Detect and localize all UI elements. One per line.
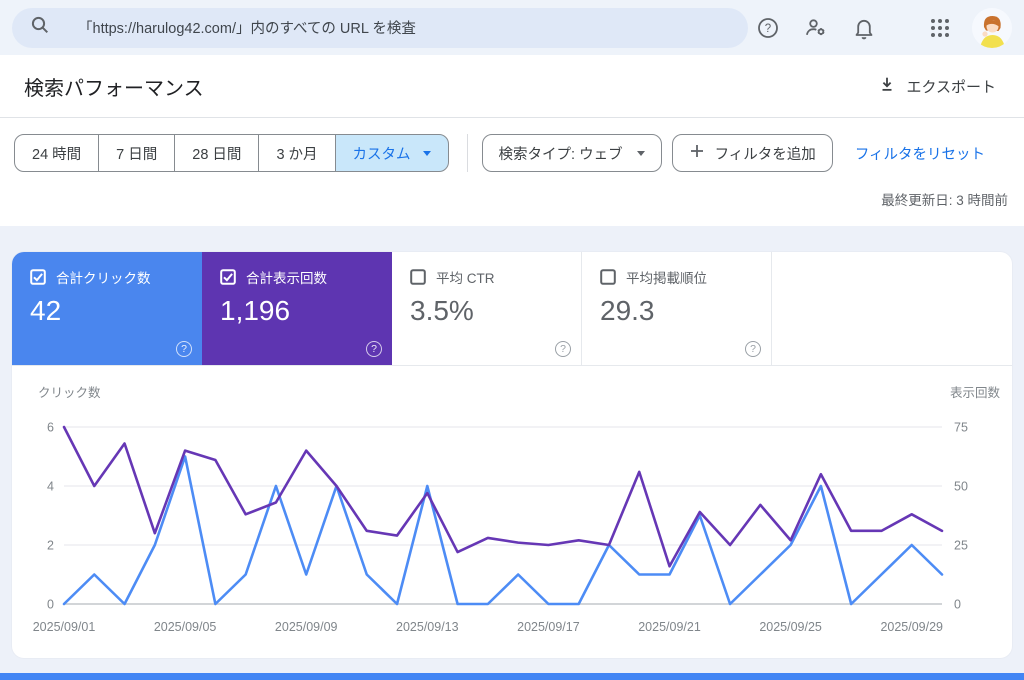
avatar[interactable] [972,7,1012,48]
filter-bar: 24 時間 7 日間 28 日間 3 か月 カスタム 検索タイプ: ウェブ フィ… [0,118,1024,172]
help-icon[interactable]: ? [745,341,761,357]
help-icon[interactable]: ? [366,341,382,357]
search-type-dropdown[interactable]: 検索タイプ: ウェブ [481,134,662,172]
tab-7d[interactable]: 7 日間 [98,134,176,172]
metric-card-average-position[interactable]: 平均掲載順位 29.3 ? [582,252,772,365]
checkbox-unchecked-icon[interactable] [600,269,616,285]
y-axis-tick-right: 0 [954,598,961,612]
x-axis-tick: 2025/09/05 [154,620,217,634]
metric-card-total-impressions[interactable]: 合計表示回数 1,196 ? [202,252,392,365]
filter-separator [466,134,468,172]
metric-card-total-clicks[interactable]: 合計クリック数 42 ? [12,252,202,365]
metric-label: 平均 CTR [436,271,495,286]
page-title: 検索パフォーマンス [24,77,204,100]
y-axis-tick-right: 50 [954,480,968,494]
right-axis-title: 表示回数 [949,386,1000,400]
performance-section: 合計クリック数 42 ? 合計表示回数 1,196 ? 平均 CTR 3.5% … [0,226,1024,678]
metric-value: 3.5% [410,295,474,326]
svg-text:?: ? [765,23,771,35]
bottom-accent-bar [0,673,1024,680]
metric-cards-row: 合計クリック数 42 ? 合計表示回数 1,196 ? 平均 CTR 3.5% … [12,252,1012,366]
url-inspection-placeholder: 「https://harulog42.com/」内のすべての URL を検査 [78,21,416,37]
help-icon[interactable]: ? [555,341,571,357]
export-label: エクスポート [906,78,996,96]
chevron-down-icon [636,150,645,156]
apps-grid-icon[interactable] [920,8,960,48]
y-axis-tick-right: 75 [954,421,968,435]
url-inspection-search-bar[interactable]: 「https://harulog42.com/」内のすべての URL を検査 [12,7,748,48]
y-axis-tick-left: 0 [47,598,54,612]
user-settings-icon[interactable] [796,8,836,48]
x-axis-tick: 2025/09/25 [759,620,822,634]
left-axis-title: クリック数 [38,386,101,400]
add-filter-button[interactable]: フィルタを追加 [671,134,833,172]
metric-value: 29.3 [600,295,655,326]
chevron-down-icon [422,150,431,156]
y-axis-tick-left: 2 [47,539,54,553]
date-range-tabs: 24 時間 7 日間 28 日間 3 か月 カスタム [14,134,449,172]
checkbox-checked-icon[interactable] [220,269,236,285]
notifications-bell-icon[interactable] [844,8,884,48]
x-axis-tick: 2025/09/17 [517,620,580,634]
help-icon[interactable]: ? [748,8,788,48]
metric-label: 合計クリック数 [56,271,151,286]
plus-icon [689,143,705,163]
checkbox-checked-icon[interactable] [30,269,46,285]
page-header: 検索パフォーマンス エクスポート [0,55,1024,117]
x-axis-tick: 2025/09/29 [880,620,943,634]
y-axis-tick-left: 6 [47,421,54,435]
x-axis-tick: 2025/09/21 [638,620,701,634]
metric-cards-filler [772,252,1012,365]
metric-label: 合計表示回数 [246,271,327,286]
metric-card-average-ctr[interactable]: 平均 CTR 3.5% ? [392,252,582,365]
performance-card: 合計クリック数 42 ? 合計表示回数 1,196 ? 平均 CTR 3.5% … [12,252,1012,658]
top-app-bar: 「https://harulog42.com/」内のすべての URL を検査 ? [0,0,1024,55]
y-axis-tick-right: 25 [954,539,968,553]
metric-label: 平均掲載順位 [626,271,707,286]
reset-filters-link[interactable]: フィルタをリセット [855,143,985,164]
tab-24h[interactable]: 24 時間 [14,134,100,172]
performance-chart: クリック数 表示回数 6 75 4 50 2 25 0 0 2025/09/01 2025/09/… [12,366,1012,649]
download-icon [878,75,896,97]
header-icons: ? [748,7,1012,48]
axis-titles: クリック数 表示回数 [12,382,1012,405]
tab-3m[interactable]: 3 か月 [258,134,336,172]
metric-value: 42 [30,295,62,326]
search-icon [30,15,50,40]
last-updated-text: 最終更新日: 3 時間前 [881,193,1008,208]
checkbox-unchecked-icon[interactable] [410,269,426,285]
x-axis-tick: 2025/09/13 [396,620,459,634]
metric-value: 1,196 [220,295,291,326]
tab-custom[interactable]: カスタム [334,134,449,172]
export-button[interactable]: エクスポート [874,69,1000,103]
x-axis-tick: 2025/09/01 [33,620,96,634]
tab-28d[interactable]: 28 日間 [174,134,260,172]
line-chart-canvas[interactable]: 6 75 4 50 2 25 0 0 2025/09/01 2025/09/05 2025/09/0… [12,405,1012,649]
help-icon[interactable]: ? [176,341,192,357]
y-axis-tick-left: 4 [47,480,54,494]
clicks-line [62,455,944,606]
x-axis-tick: 2025/09/09 [275,620,338,634]
